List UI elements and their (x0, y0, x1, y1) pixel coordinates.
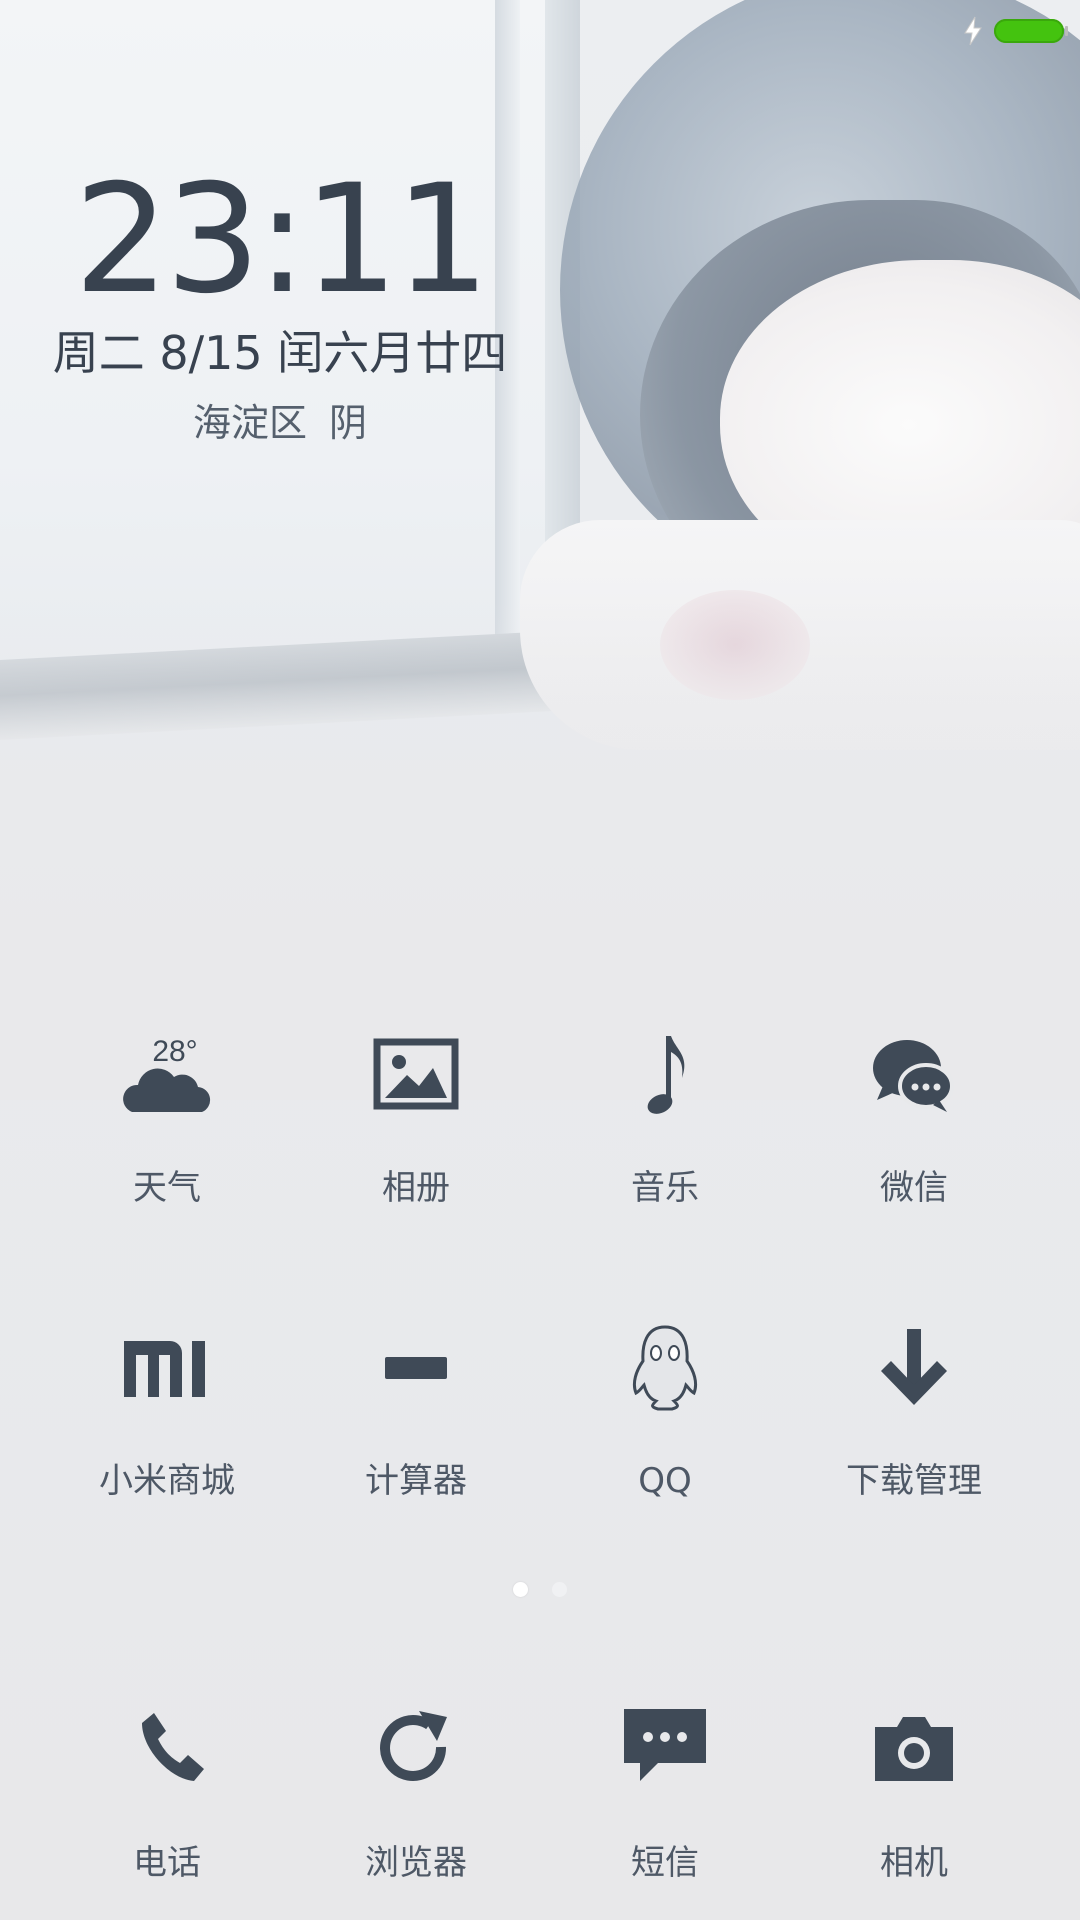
page-indicator (0, 1582, 1080, 1597)
clock-time: 23:11 (73, 153, 490, 327)
app-label: QQ (638, 1461, 692, 1501)
page-dot-1[interactable] (513, 1582, 528, 1597)
weather-location: 海淀区 (192, 401, 307, 445)
app-calculator[interactable]: 计算器 (291, 1313, 541, 1501)
mi-logo-icon (112, 1313, 222, 1423)
dock-messages[interactable]: 短信 (540, 1695, 790, 1883)
page-dot-2[interactable] (552, 1582, 567, 1597)
weather-temperature: 28° (152, 1035, 197, 1068)
gallery-picture-icon (361, 1020, 471, 1130)
lockscreen-clock-widget[interactable]: 23:11 周二 8/15 闰六月廿四 海淀区阴 (0, 165, 560, 447)
browser-refresh-icon (361, 1695, 471, 1805)
status-bar (962, 14, 1068, 48)
charging-bolt-icon (964, 16, 982, 46)
app-weather[interactable]: 28° 天气 (42, 1020, 292, 1208)
download-arrow-icon (859, 1313, 969, 1423)
app-label: 音乐 (631, 1168, 699, 1208)
dock-browser[interactable]: 浏览器 (291, 1695, 541, 1883)
qq-penguin-icon (610, 1313, 720, 1423)
weather-condition: 阴 (329, 401, 368, 445)
app-wechat[interactable]: 微信 (789, 1020, 1039, 1208)
app-label: 短信 (631, 1843, 699, 1883)
clock-date: 周二 8/15 闰六月廿四 (52, 326, 508, 380)
app-label: 浏览器 (365, 1843, 467, 1883)
app-music[interactable]: 音乐 (540, 1020, 790, 1208)
app-label: 小米商城 (99, 1461, 235, 1501)
dock-camera[interactable]: 相机 (789, 1695, 1039, 1883)
sms-bubble-icon (610, 1695, 720, 1805)
app-mi-store[interactable]: 小米商城 (42, 1313, 292, 1501)
app-label: 相机 (880, 1843, 948, 1883)
app-gallery[interactable]: 相册 (291, 1020, 541, 1208)
app-label: 计算器 (365, 1461, 467, 1501)
dock-phone[interactable]: 电话 (42, 1695, 292, 1883)
app-label: 天气 (133, 1168, 201, 1208)
app-downloads[interactable]: 下载管理 (789, 1313, 1039, 1501)
wechat-icon (859, 1020, 969, 1130)
calculator-minus-icon (361, 1313, 471, 1423)
clock-weather: 海淀区阴 (0, 399, 560, 447)
weather-cloud-icon: 28° (112, 1020, 222, 1130)
music-note-icon (610, 1020, 720, 1130)
app-label: 相册 (382, 1168, 450, 1208)
battery-icon (994, 19, 1068, 43)
phone-handset-icon (112, 1695, 222, 1805)
app-qq[interactable]: QQ (540, 1313, 790, 1501)
app-label: 电话 (133, 1843, 201, 1883)
app-label: 微信 (880, 1168, 948, 1208)
app-label: 下载管理 (846, 1461, 982, 1501)
camera-icon (859, 1695, 969, 1805)
